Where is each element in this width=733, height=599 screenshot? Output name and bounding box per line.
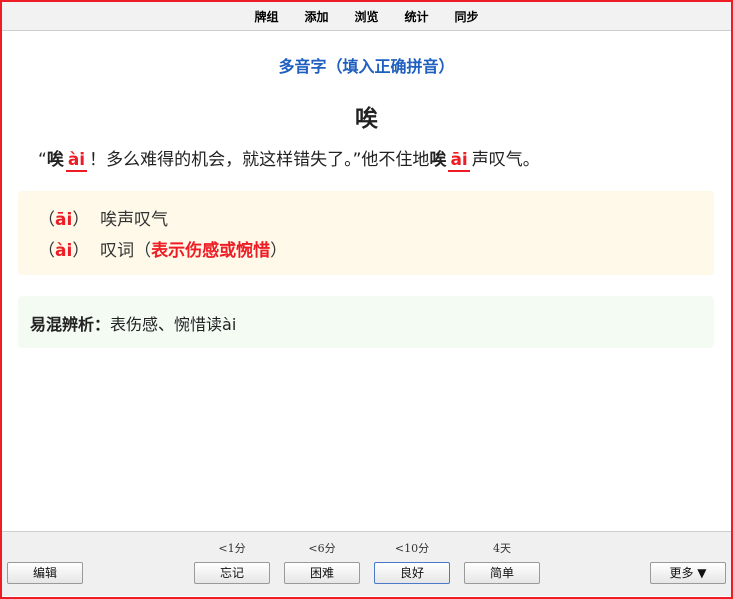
definition-note: 表示伤感或惋惜 — [151, 241, 271, 261]
definition-pinyin: ài — [55, 241, 73, 261]
tip-box: 易混辨析：表伤感、惋惜读ài — [18, 296, 714, 348]
pinyin-answer-1: ài — [65, 150, 88, 172]
menu-browse[interactable]: 浏览 — [354, 8, 378, 25]
card-heading: 多音字（填入正确拼音） — [278, 57, 455, 76]
top-menu-bar: 牌组 添加 浏览 统计 同步 — [2, 2, 731, 31]
menu-sync[interactable]: 同步 — [455, 8, 479, 25]
easy-button[interactable]: 简单 — [464, 562, 540, 584]
interval-good: <10分 — [394, 542, 430, 555]
interval-again: <1分 — [218, 542, 246, 555]
tip-content: 表伤感、惋惜读ài — [110, 315, 237, 334]
paren-open: （ — [38, 210, 55, 230]
bottom-bar: 编辑 <1分 <6分 <10分 4天 忘记 困难 良好 简单 更多 ▼ — [2, 531, 731, 596]
definition-item: （āi） 唉声叹气 — [38, 205, 168, 230]
interval-easy: 4天 — [493, 542, 511, 555]
note-open: （ — [134, 241, 152, 261]
menu-stats[interactable]: 统计 — [405, 8, 429, 25]
menu-decks[interactable]: 牌组 — [254, 8, 278, 25]
paren-close: ） — [72, 241, 90, 261]
tip-text: 易混辨析：表伤感、惋惜读ài — [30, 311, 236, 335]
example-sentence: “唉 ài ！多么难得的机会，就这样错失了。”他不住地唉 āi 声叹气。 — [38, 145, 711, 172]
paren-open: （ — [38, 241, 55, 261]
interval-hard: <6分 — [308, 542, 336, 555]
definitions-box: （āi） 唉声叹气 （ài） 叹词（表示伤感或惋惜） — [18, 191, 714, 275]
sentence-middle: ！多么难得的机会，就这样错失了。”他不住地 — [89, 150, 430, 170]
more-button[interactable]: 更多 ▼ — [650, 562, 726, 584]
sentence-end: 声叹气。 — [471, 150, 540, 170]
target-character: 唉 — [355, 106, 378, 132]
definition-meaning: 唉声叹气 — [100, 210, 169, 230]
definition-meaning: 叹词 — [100, 241, 135, 261]
good-button[interactable]: 良好 — [374, 562, 450, 584]
sentence-word-1: 唉 — [46, 150, 64, 170]
definition-pinyin: āi — [55, 210, 73, 230]
edit-button[interactable]: 编辑 — [7, 562, 83, 584]
menu-add[interactable]: 添加 — [304, 8, 328, 25]
hard-button[interactable]: 困难 — [284, 562, 360, 584]
open-quote: “ — [38, 150, 47, 170]
paren-close: ） — [72, 210, 90, 230]
definition-item: （ài） 叹词（表示伤感或惋惜） — [38, 236, 287, 261]
again-button[interactable]: 忘记 — [194, 562, 270, 584]
card-area: 多音字（填入正确拼音） 唉 “唉 ài ！多么难得的机会，就这样错失了。”他不住地唉… — [2, 31, 731, 531]
pinyin-answer-2: āi — [448, 150, 470, 172]
tip-label: 易混辨析： — [30, 315, 111, 334]
note-close: ） — [270, 241, 288, 261]
sentence-word-2: 唉 — [429, 150, 447, 170]
